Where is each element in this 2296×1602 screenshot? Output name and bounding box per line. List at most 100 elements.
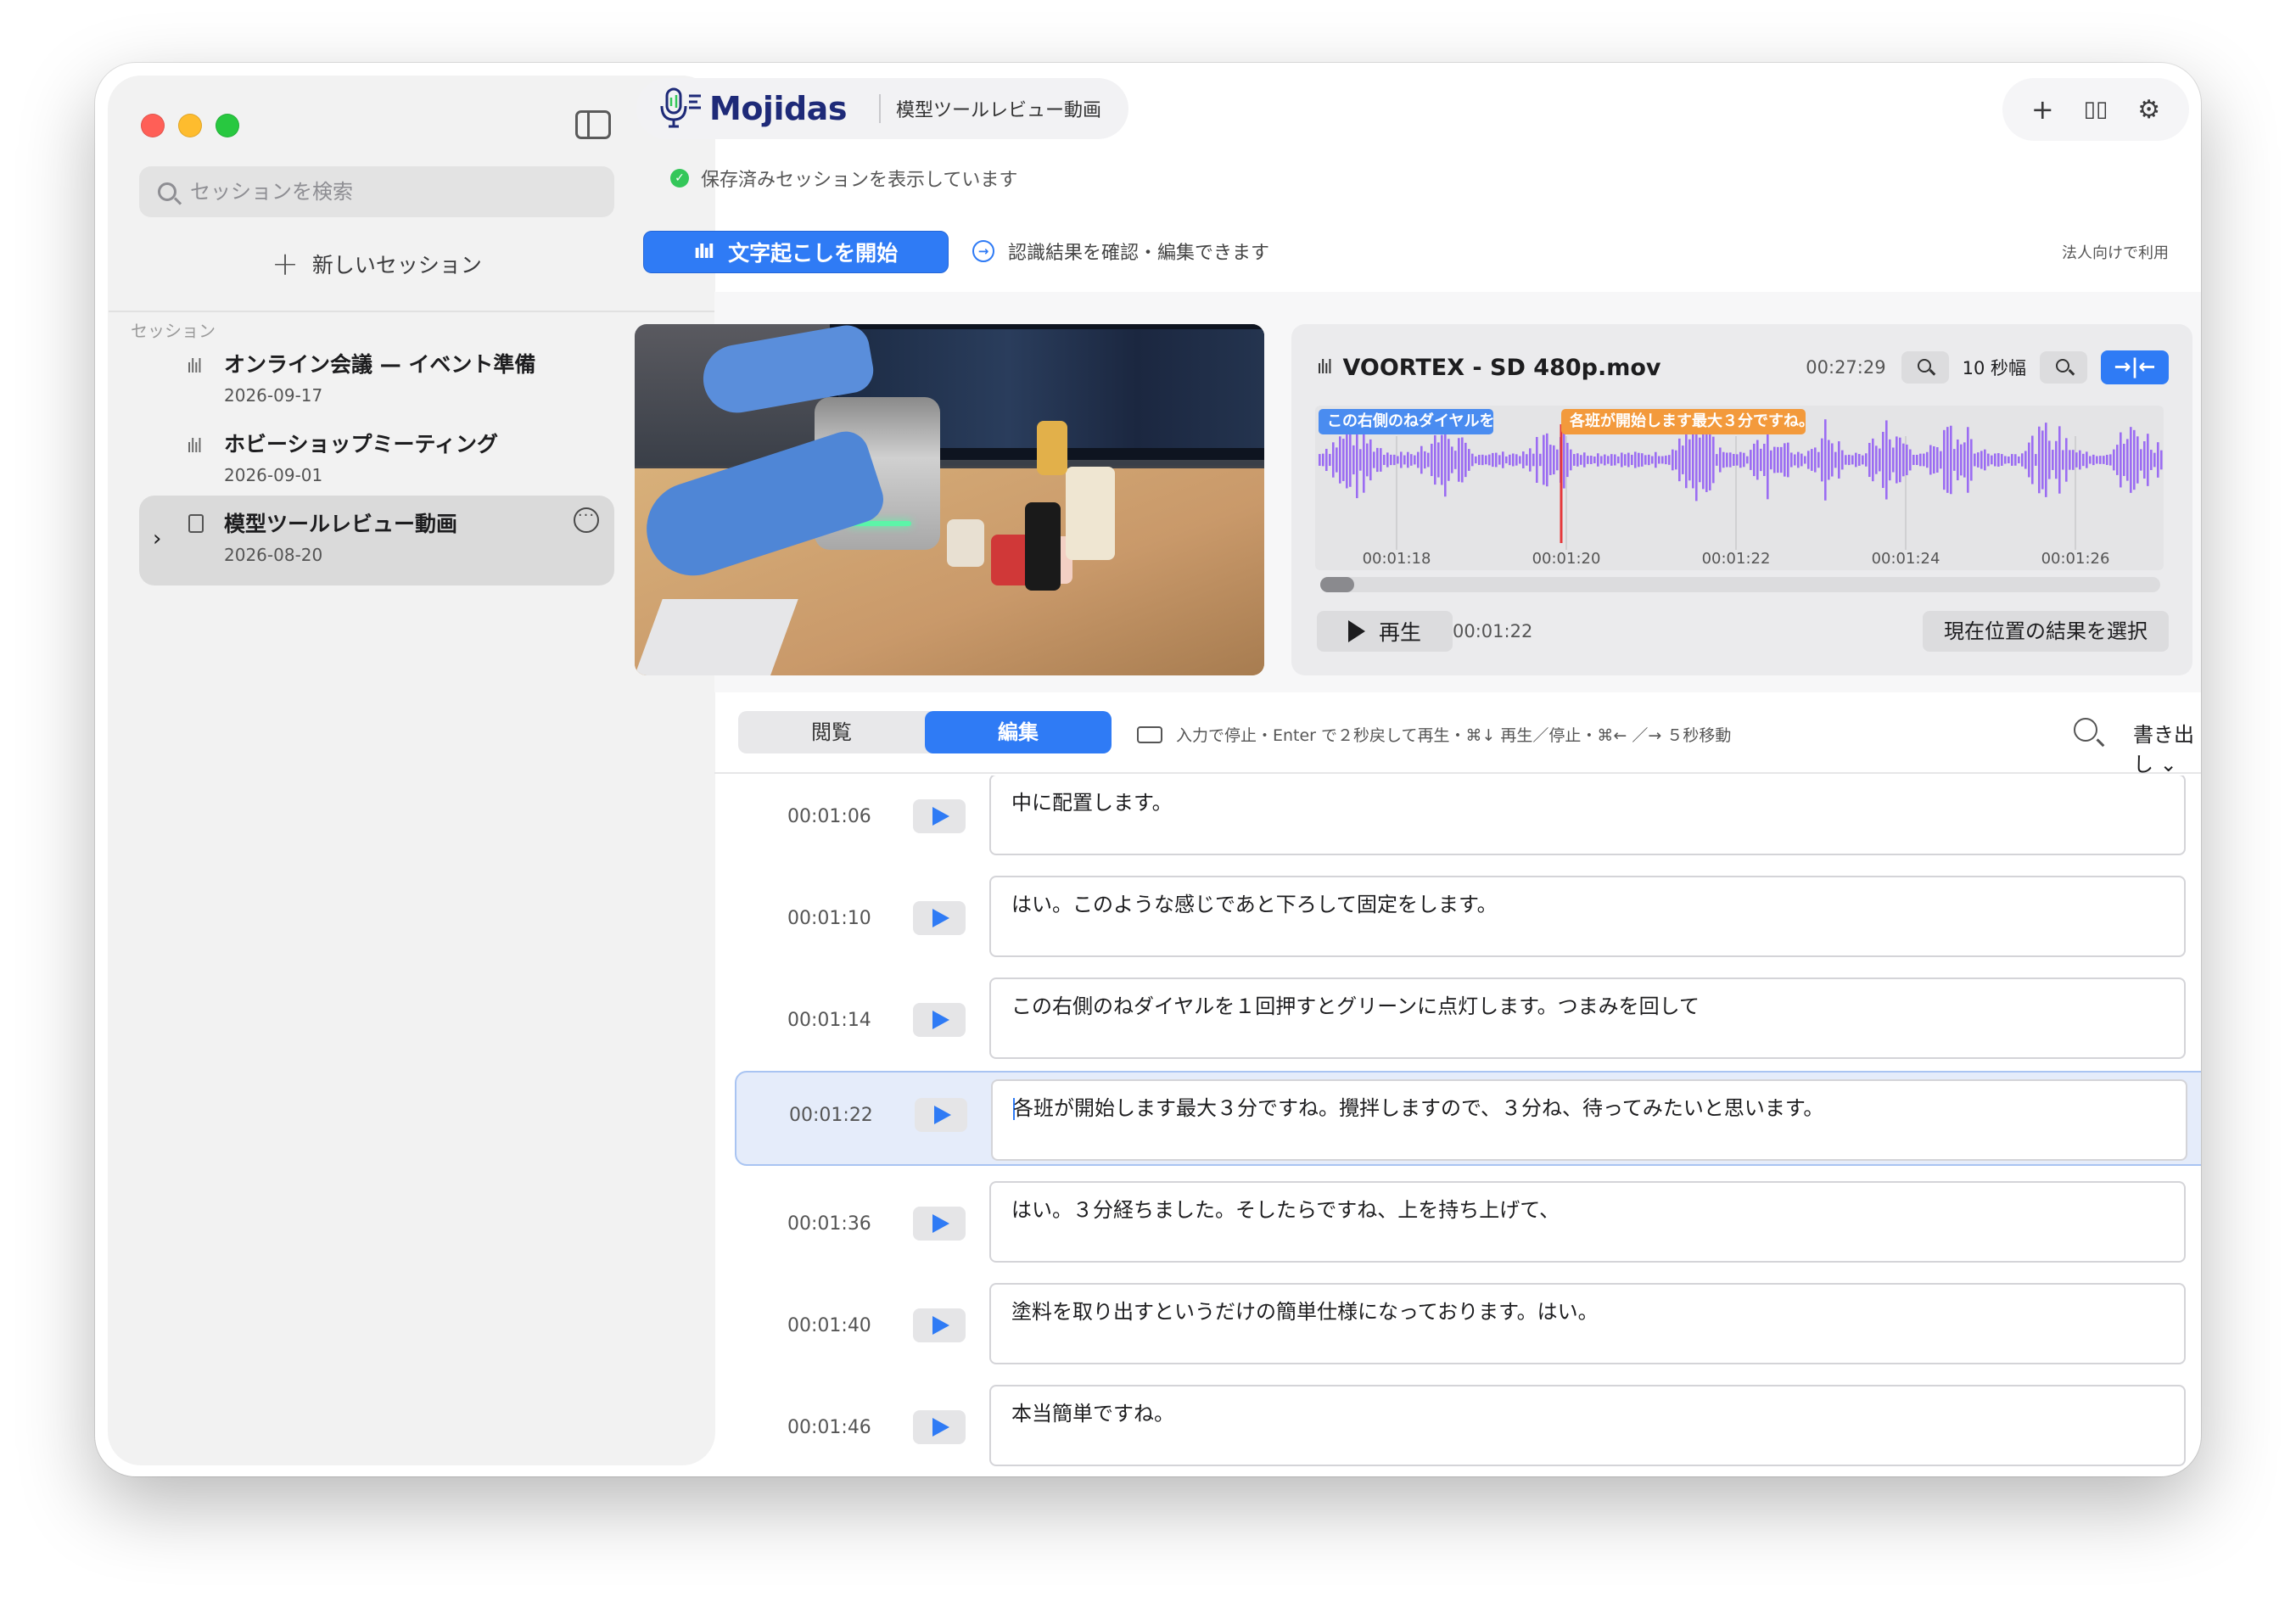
transcript-text-field[interactable]: 各班が開始します最大３分ですね。攪拌しますので、３分ね、待ってみたいと思います。 [991,1079,2187,1161]
transcript-row-active[interactable]: 00:01:22 各班が開始します最大３分ですね。攪拌しますので、３分ね、待ってみ… [735,1071,2201,1166]
waveform-bar [1705,428,1708,492]
waveform-bar [1902,443,1905,477]
waveform-bar [1855,452,1857,468]
segment-tag[interactable]: この右側のねダイヤルを１回押すとグ... [1319,409,1493,434]
waveform-bar [1515,454,1518,466]
waveform-bar [2058,426,2061,494]
waveform-bar [1896,436,1898,484]
waveform-bar [1885,420,1888,500]
transcript-text-field[interactable]: 本当簡単ですね。 [989,1385,2186,1466]
tab-view[interactable]: 閲覧 [738,711,925,753]
book-icon[interactable]: ▯▯ [2079,97,2113,122]
divider [109,311,714,312]
transcript-row[interactable]: 00:01:46 本当簡単ですね。 [735,1385,2201,1476]
play-button[interactable]: 再生 [1317,611,1453,652]
fit-to-width-button[interactable]: →|← [2101,350,2169,384]
zoom-out-button[interactable] [1901,351,1949,384]
transcript-text-field[interactable]: この右側のねダイヤルを１回押すとグリーンに点灯します。つまみを回して [989,977,2186,1059]
waveform-bar [2065,438,2068,482]
row-play-button[interactable] [913,799,966,833]
transcript-text-field[interactable]: はい。このような感じであと下ろして固定をします。 [989,876,2186,957]
waveform-bar [2109,454,2112,466]
waveform-bar [1386,452,1389,468]
session-title: 模型ツールレビュー動画 [224,512,458,536]
transcript-row[interactable]: 00:01:06 中に配置します。 [735,776,2201,869]
row-play-button[interactable] [915,1098,967,1132]
transcript-row[interactable]: 00:01:36 はい。３分経ちました。そしたらですね、上を持ち上げて、 [735,1181,2201,1276]
plus-icon[interactable]: + [2025,93,2059,126]
waveform-bar [2096,456,2098,464]
waveform-bar [1519,456,1521,464]
transcript-text-field[interactable]: はい。３分経ちました。そしたらですね、上を持ち上げて、 [989,1181,2186,1263]
waveform-icon: ılıl [693,241,714,263]
waveform-bar [1797,451,1800,468]
waveform-bar [1427,452,1430,468]
waveform-bar [1702,430,1705,490]
search-icon[interactable] [2074,718,2097,742]
waveform-bar [1943,429,1946,490]
new-session-button[interactable]: + 新しいセッション [139,243,614,285]
row-play-button[interactable] [913,1207,966,1241]
waveform-scrollbar[interactable] [1320,577,2160,592]
waveform-bar [1729,452,1732,468]
waveform-bar [2089,456,2092,464]
transcript-text: 各班が開始します最大３分ですね。攪拌しますので、３分ね、待ってみたいと思います。 [1013,1096,1824,1120]
session-item-active[interactable]: › 模型ツールレビュー動画 2026-08-20 ··· [139,496,614,585]
corporate-note[interactable]: 法人向けで利用 [2062,241,2169,263]
waveform-bar [1834,451,1837,468]
row-play-button[interactable] [913,1410,966,1444]
waveform-bar [1872,438,1874,482]
export-button[interactable]: 書き出し ⌄ [2133,718,2201,777]
waveform[interactable]: 00:01:18 00:01:20 00:01:22 00:01:24 00:01:26… [1315,406,2164,570]
waveform-bar [1743,452,1745,468]
app-window: + 新しいセッション セッション ılıl オンライン会議 — イベント準備 2… [95,63,2201,1476]
start-transcription-button[interactable]: ılıl 文字起こしを開始 [643,231,949,273]
waveform-bar [2153,452,2156,468]
waveform-bar [1597,453,1599,467]
transcript-list: 00:01:06 中に配置します。 00:01:10 はい。このような感じであと下ろし… [714,776,2201,1476]
waveform-bar [1448,439,1450,481]
chevron-right-icon[interactable]: › [153,526,161,552]
transcript-text-field[interactable]: 中に配置します。 [989,776,2186,855]
waveform-bar [1722,451,1725,468]
waveform-bar [1733,453,1735,467]
waveform-bar [1648,454,1650,466]
waveform-bar [2147,434,2149,486]
select-current-result-button[interactable]: 現在位置の結果を選択 [1923,611,2169,652]
zoom-window-button[interactable] [216,114,239,137]
waveform-bar [1817,451,1820,468]
row-play-button[interactable] [913,1308,966,1342]
session-search-input[interactable] [190,180,580,204]
waveform-bar [1916,454,1918,466]
transcript-row[interactable]: 00:01:40 塗料を取り出すというだけの簡単仕様になっております。はい。 [735,1283,2201,1378]
session-item[interactable]: ılıl オンライン会議 — イベント準備 2026-09-17 [139,336,614,426]
gear-icon[interactable]: ⚙ [2132,95,2166,125]
waveform-bar [1488,454,1491,466]
waveform-bar [1349,433,1352,487]
session-item[interactable]: ılıl ホビーショップミーティング 2026-09-01 [139,416,614,506]
current-time: 00:01:22 [1453,621,1533,641]
scrollbar-thumb[interactable] [1320,577,1354,592]
transcript-row[interactable]: 00:01:14 この右側のねダイヤルを１回押すとグリーンに点灯します。つまみを回… [735,977,2201,1073]
segment-tag[interactable]: 各班が開始します最大３分ですね。攪拌しますので、3... [1561,409,1806,434]
minimize-window-button[interactable] [178,114,202,137]
session-title: オンライン会議 — イベント準備 [224,352,536,377]
arrow-right-circle-icon: → [972,240,994,262]
waveform-bar [2079,450,2081,470]
waveform-bar [1790,452,1793,468]
tab-edit[interactable]: 編集 [925,711,1112,753]
transcript-text-field[interactable]: 塗料を取り出すというだけの簡単仕様になっております。はい。 [989,1283,2186,1364]
row-play-button[interactable] [913,1003,966,1037]
video-preview[interactable] [635,324,1264,675]
row-play-button[interactable] [913,901,966,935]
session-search[interactable] [139,166,614,217]
waveform-bar [1566,442,1569,478]
transcript-row[interactable]: 00:01:10はい。このような感じであと下ろして固定をします。✓ [735,876,2201,971]
video-bottle [947,519,984,567]
waveform-bar [1685,431,1688,489]
more-options-icon[interactable]: ··· [574,507,599,533]
close-window-button[interactable] [141,114,165,137]
zoom-in-button[interactable] [2040,351,2087,384]
waveform-bar [1329,453,1331,467]
sidebar-toggle-icon[interactable] [575,110,611,139]
